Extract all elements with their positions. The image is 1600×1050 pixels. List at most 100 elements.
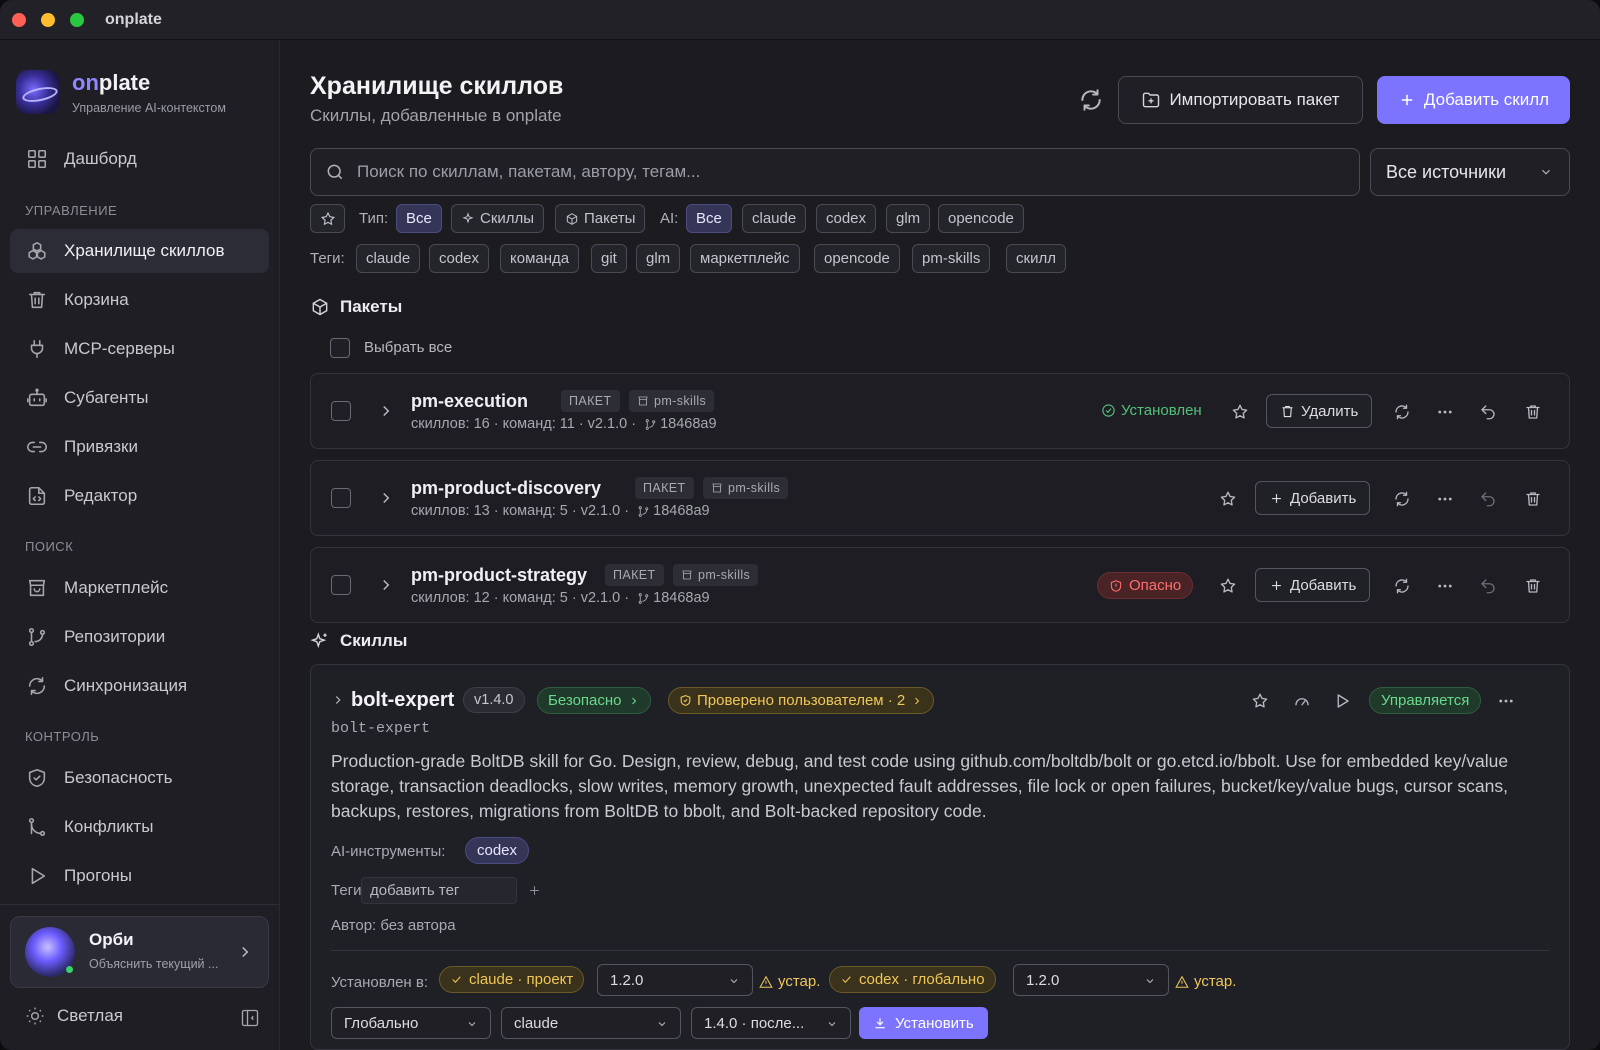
sidebar-item-bindings[interactable]: Привязки [10,425,269,469]
package-checkbox[interactable] [331,401,351,421]
install-version-select[interactable]: 1.2.0 [1013,964,1169,996]
gauge-icon[interactable] [1293,692,1311,710]
user-verified-badge[interactable]: Проверено пользователем · 2 [668,687,935,714]
chevron-right-icon[interactable] [331,693,345,707]
import-package-button[interactable]: Импортировать пакет [1118,76,1363,124]
package-checkbox[interactable] [331,575,351,595]
sidebar-item-sync[interactable]: Синхронизация [10,664,269,708]
install-version-select[interactable]: 1.2.0 [597,964,753,996]
sync-icon[interactable] [1393,577,1411,595]
install-location-badge[interactable]: claude · проект [439,966,585,993]
install-location-badge[interactable]: codex · глобально [829,966,996,993]
ai-filter-all[interactable]: Все [686,204,732,233]
install-button[interactable]: Установить [859,1007,988,1039]
scope-select[interactable]: Глобально [331,1007,491,1039]
sidebar-item-label: Маркетплейс [64,578,169,597]
orbi-assistant-card[interactable]: Орби Объяснить текущий ... [10,916,269,988]
tag-filter-item[interactable]: маркетплейс [690,244,800,273]
star-icon[interactable] [1219,490,1237,508]
add-skill-button[interactable]: Добавить скилл [1377,76,1570,124]
sidebar-item-repos[interactable]: Репозитории [10,615,269,659]
refresh-icon[interactable] [1078,87,1104,113]
trash-icon[interactable] [1524,577,1542,595]
zoom-window-button[interactable] [70,13,84,27]
chevron-right-icon[interactable] [377,489,395,507]
tag-filter-item[interactable]: git [591,244,627,273]
trash-icon[interactable] [1524,490,1542,508]
sidebar-item-editor[interactable]: Редактор [10,474,269,518]
app-window: onplate onplate Управление AI-контекстом… [0,0,1600,1050]
add-package-button[interactable]: Добавить [1255,568,1371,602]
sidebar-item-conflicts[interactable]: Конфликты [10,805,269,849]
sidebar-item-marketplace[interactable]: Маркетплейс [10,566,269,610]
search-input[interactable] [357,162,1317,182]
add-tag-input[interactable]: добавить тег [361,877,517,904]
tool-select[interactable]: claude [501,1007,681,1039]
type-filter-packages[interactable]: Пакеты [555,204,646,233]
sidebar-item-subagents[interactable]: Субагенты [10,376,269,420]
skill-card: bolt-expert v1.4.0 Безопасно Проверено п… [310,664,1570,1050]
close-window-button[interactable] [12,13,26,27]
skills-section-title: Скиллы [310,631,407,651]
tag-filter-item[interactable]: claude [356,244,421,273]
sidebar-item-security[interactable]: Безопасность [10,756,269,800]
add-package-button[interactable]: Добавить [1255,481,1371,515]
ai-filter-codex[interactable]: codex [816,204,877,233]
sidebar-item-label: MCP-серверы [64,339,175,358]
more-icon[interactable] [1436,577,1454,595]
minimize-window-button[interactable] [41,13,55,27]
warning-icon [1175,975,1189,988]
delete-package-button[interactable]: Удалить [1266,394,1373,428]
sidebar-item-skills[interactable]: Хранилище скиллов [10,229,269,273]
sidebar-item-label: Дашборд [64,149,137,168]
more-icon[interactable] [1497,692,1515,710]
package-checkbox[interactable] [331,488,351,508]
sidebar-item-trash[interactable]: Корзина [10,278,269,322]
favorites-filter[interactable] [310,204,345,233]
danger-status-badge: Опасно [1097,572,1194,599]
star-icon[interactable] [1251,692,1269,710]
ai-tools-label: AI-инструменты: [331,843,446,860]
select-all-checkbox[interactable] [330,338,350,358]
version-select[interactable]: 1.4.0 · после... [691,1007,851,1039]
ai-filter-glm[interactable]: glm [886,204,931,233]
sidebar-collapse-icon[interactable] [240,1008,260,1028]
git-branch-icon [645,418,656,430]
tag-filter-item[interactable]: codex [429,244,490,273]
undo-icon[interactable] [1479,403,1497,421]
plus-icon[interactable] [527,883,542,898]
more-icon[interactable] [1436,490,1454,508]
sidebar-item-runs[interactable]: Прогоны [10,854,269,898]
safe-badge[interactable]: Безопасно [537,687,651,714]
source-select[interactable]: Все источники [1370,148,1570,196]
orbi-subtitle: Объяснить текущий ... [89,957,219,971]
tag-filter-item[interactable]: скилл [1006,244,1066,273]
chevron-right-icon[interactable] [377,402,395,420]
chevron-right-icon [242,946,249,958]
type-filter-label: Тип: [359,210,389,227]
tag-filter-item[interactable]: команда [500,244,580,273]
tag-filter-item[interactable]: opencode [814,244,900,273]
store-icon [712,483,722,493]
card-divider [331,950,1549,951]
ai-tool-badge[interactable]: codex [465,837,530,864]
type-filter-skills[interactable]: Скиллы [451,204,545,233]
orbi-avatar [25,927,75,977]
more-icon[interactable] [1436,403,1454,421]
ai-filter-claude[interactable]: claude [742,204,807,233]
tag-filter-item[interactable]: glm [636,244,681,273]
type-filter-all[interactable]: Все [396,204,442,233]
sidebar-item-dashboard[interactable]: Дашборд [10,137,269,181]
sidebar-item-mcp[interactable]: MCP-серверы [10,327,269,371]
sidebar-item-label: Хранилище скиллов [64,241,225,260]
ai-filter-opencode[interactable]: opencode [938,204,1024,233]
star-icon[interactable] [1219,577,1237,595]
play-icon[interactable] [1333,692,1351,710]
sync-icon[interactable] [1393,403,1411,421]
theme-toggle[interactable]: Светлая [25,1006,123,1026]
chevron-right-icon[interactable] [377,576,395,594]
tag-filter-item[interactable]: pm-skills [912,244,991,273]
sync-icon[interactable] [1393,490,1411,508]
star-icon[interactable] [1231,403,1249,421]
trash-icon[interactable] [1524,403,1542,421]
